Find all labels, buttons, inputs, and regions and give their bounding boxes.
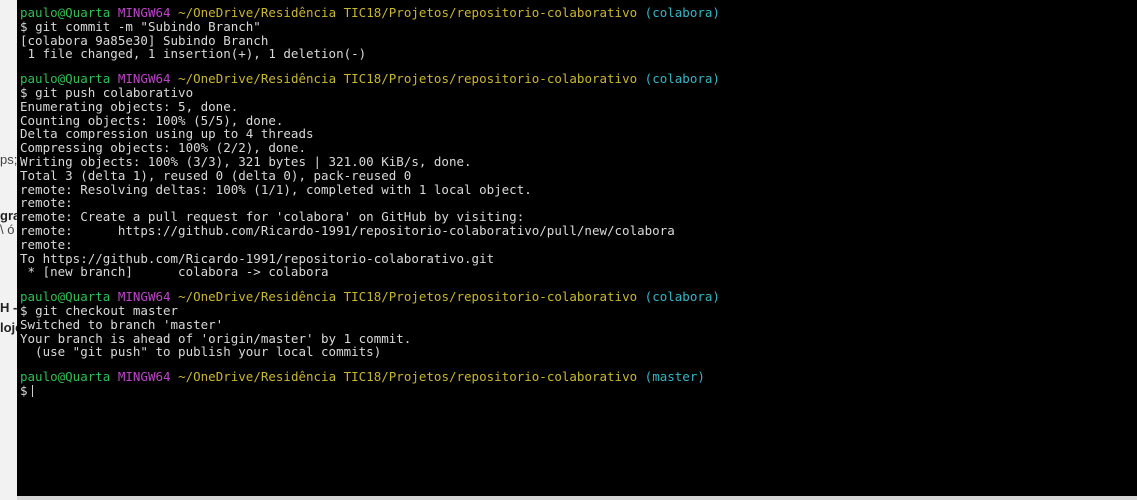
output-line: Delta compression using up to 4 threads: [20, 126, 314, 142]
command-line: $ git push colaborativo: [20, 86, 1137, 100]
prompt-system: MINGW64: [117, 289, 171, 305]
output-line: * [new branch] colabora -> colabora: [20, 264, 329, 280]
prompt-branch: (colabora): [644, 289, 720, 305]
text-cursor: [31, 384, 33, 397]
output-line: remote:: [20, 236, 73, 252]
output-line: remote:: [20, 195, 73, 211]
output-line: Enumerating objects: 5, done.: [20, 98, 239, 114]
prompt-user-host: paulo@Quarta: [20, 289, 111, 305]
prompt-symbol: $: [20, 18, 28, 34]
command-line: $ git checkout master: [20, 304, 1137, 318]
output-line: Counting objects: 100% (5/5), done.: [20, 112, 284, 128]
prompt-path: ~/OneDrive/Residência TIC18/Projetos/rep…: [178, 5, 638, 20]
output-line: remote: https://github.com/Ricardo-1991/…: [20, 222, 675, 238]
output-line: 1 file changed, 1 insertion(+), 1 deleti…: [20, 46, 367, 62]
prompt-system: MINGW64: [117, 369, 171, 385]
output-line: Your branch is ahead of 'origin/master' …: [20, 330, 412, 346]
prompt-path: ~/OneDrive/Residência TIC18/Projetos/rep…: [178, 71, 638, 87]
output-line: remote: Create a pull request for 'colab…: [20, 209, 525, 225]
prompt-path: ~/OneDrive/Residência TIC18/Projetos/rep…: [178, 369, 638, 385]
prompt-symbol: $: [20, 302, 28, 318]
background-text-snippet: H -: [0, 300, 18, 315]
prompt-user-host: paulo@Quarta: [20, 369, 111, 385]
output-line: Switched to branch 'master': [20, 316, 224, 332]
output-line: To https://github.com/Ricardo-1991/repos…: [20, 250, 495, 266]
output-line: [colabora 9a85e30] Subindo Branch: [20, 32, 269, 48]
prompt-system: MINGW64: [117, 71, 171, 87]
prompt-user-host: paulo@Quarta: [20, 71, 111, 87]
terminal-window[interactable]: paulo@Quarta MINGW64 ~/OneDrive/Residênc…: [17, 0, 1137, 496]
prompt-user-host: paulo@Quarta: [20, 5, 111, 20]
output-line: remote: Resolving deltas: 100% (1/1), co…: [20, 181, 532, 197]
terminal-bottom-edge: [17, 496, 1137, 500]
prompt-branch: (colabora): [644, 5, 720, 20]
prompt-path: ~/OneDrive/Residência TIC18/Projetos/rep…: [178, 289, 638, 305]
prompt-symbol: $: [20, 382, 28, 398]
output-line: (use "git push" to publish your local co…: [20, 344, 382, 360]
prompt-line: paulo@Quarta MINGW64 ~/OneDrive/Residênc…: [20, 6, 1137, 20]
prompt-branch: (master): [644, 369, 705, 385]
command-line: $ git commit -m "Subindo Branch": [20, 18, 1137, 34]
command-text: git checkout master: [35, 302, 179, 318]
background-text-snippet: ps;: [0, 152, 18, 167]
command-text: git commit -m "Subindo Branch": [35, 18, 261, 34]
output-line: Total 3 (delta 1), reused 0 (delta 0), p…: [20, 167, 412, 183]
prompt-line: paulo@Quarta MINGW64 ~/OneDrive/Residênc…: [20, 370, 1137, 384]
input-line[interactable]: $: [20, 384, 1137, 398]
prompt-line: paulo@Quarta MINGW64 ~/OneDrive/Residênc…: [20, 72, 1137, 86]
screenshot-page: ps; gran \ ó H - loje paulo@Quarta MINGW…: [0, 0, 1137, 500]
command-text: git push colaborativo: [35, 84, 194, 100]
output-line: Writing objects: 100% (3/3), 321 bytes |…: [20, 153, 472, 169]
prompt-symbol: $: [20, 84, 28, 100]
prompt-system: MINGW64: [117, 5, 171, 20]
prompt-branch: (colabora): [644, 71, 720, 87]
prompt-line: paulo@Quarta MINGW64 ~/OneDrive/Residênc…: [20, 290, 1137, 304]
output-line: Compressing objects: 100% (2/2), done.: [20, 140, 306, 156]
background-text-snippet: \ ó: [0, 222, 15, 237]
